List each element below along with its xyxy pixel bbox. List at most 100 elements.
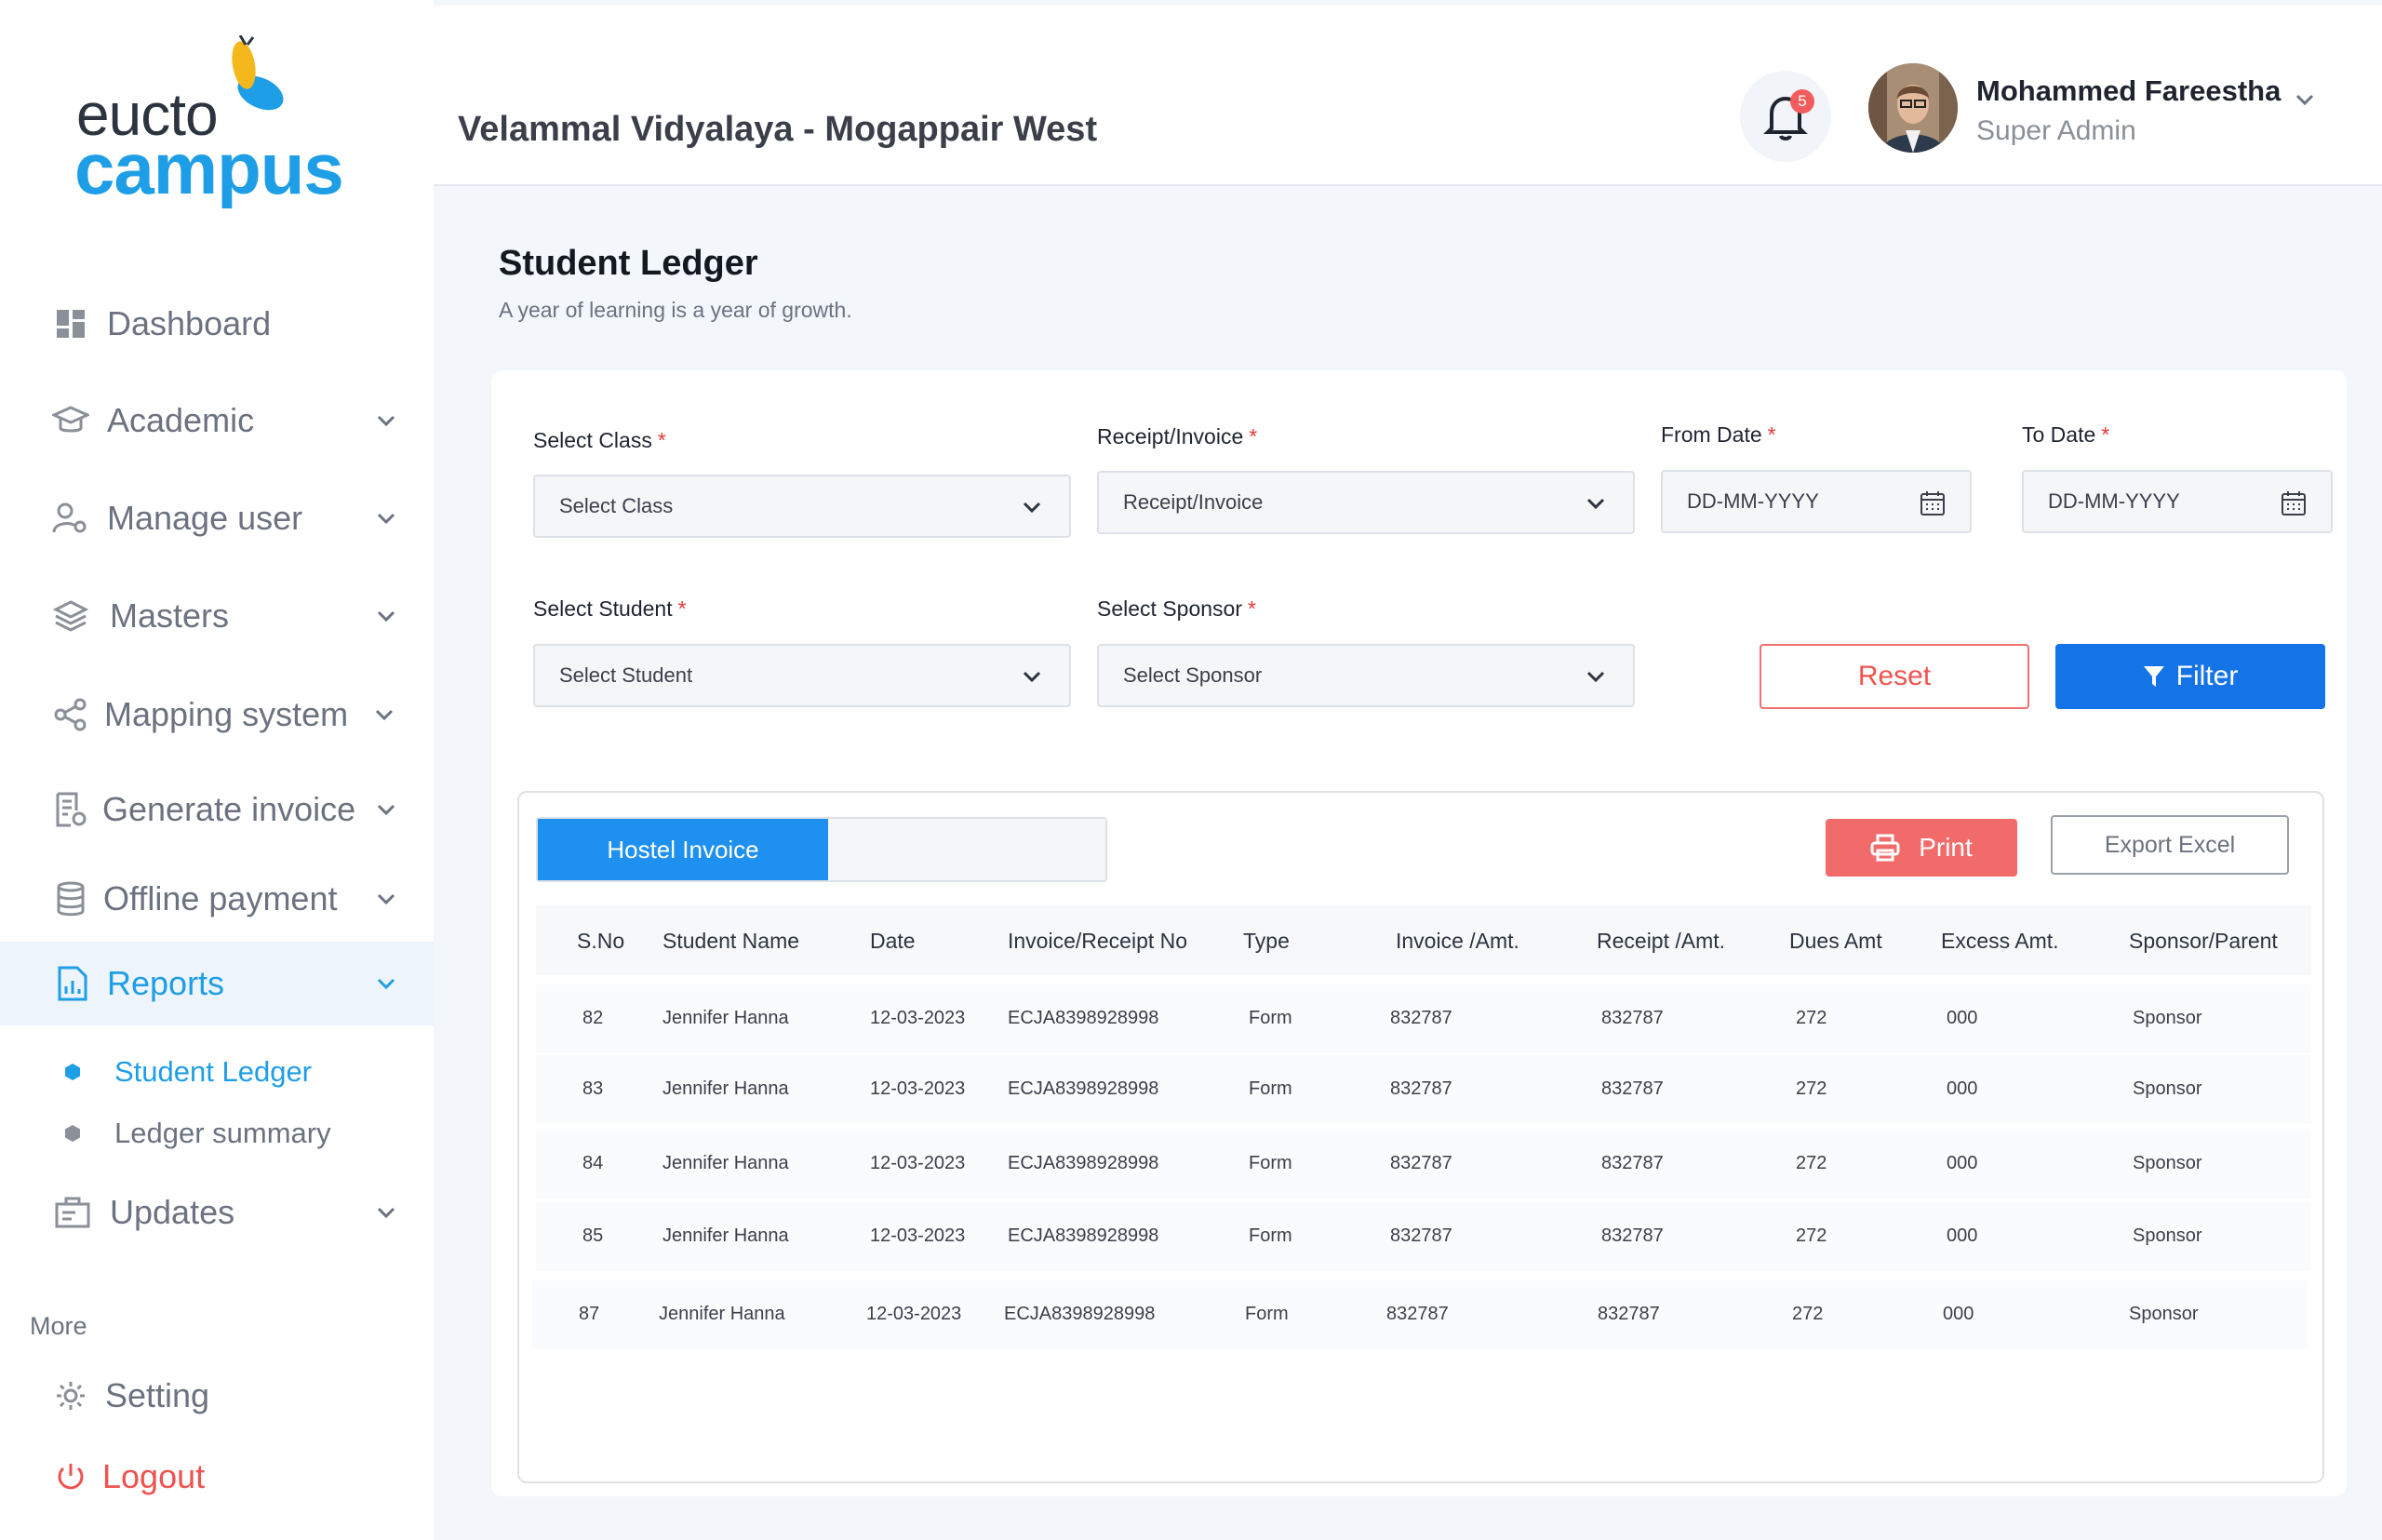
power-icon [52, 1458, 89, 1495]
to-date-value: DD-MM-YYYY [2048, 489, 2180, 513]
select-sponsor-dropdown[interactable]: Select Sponsor [1097, 644, 1635, 707]
cell-type: Form [1245, 1304, 1289, 1324]
printer-icon [1870, 834, 1900, 862]
table-row[interactable]: 87 Jennifer Hanna 12-03-2023 ECJA8398928… [532, 1280, 2308, 1349]
sidebar-item-generate-invoice[interactable]: Generate invoice [0, 772, 434, 847]
table-row[interactable]: 83 Jennifer Hanna 12-03-2023 ECJA8398928… [536, 1055, 2311, 1124]
hexagon-bullet-icon [65, 1125, 80, 1142]
table-row[interactable]: 82 Jennifer Hanna 12-03-2023 ECJA8398928… [536, 984, 2311, 1053]
select-class-value: Select Class [559, 494, 674, 517]
tab-hostel-invoice[interactable]: Hostel Invoice [538, 819, 828, 880]
sidebar-subitem-ledger-summary[interactable]: Ledger summary [0, 1107, 434, 1159]
chevron-down-icon [377, 610, 395, 623]
sidebar-item-setting[interactable]: Setting [0, 1359, 434, 1433]
chevron-down-icon [377, 804, 395, 816]
chevron-down-icon [1023, 671, 1041, 683]
select-student-dropdown[interactable]: Select Student [533, 644, 1071, 707]
sidebar-subitem-label: Ledger summary [114, 1117, 331, 1149]
column-header: Invoice /Amt. [1396, 929, 1519, 953]
sidebar-item-label: Masters [110, 596, 230, 635]
user-name: Mohammed Fareestha [1976, 74, 2282, 107]
to-date-input[interactable]: DD-MM-YYYY [2022, 470, 2333, 533]
cell-dues-amt: 272 [1796, 1225, 1827, 1246]
cell-invoice-amt: 832787 [1390, 1008, 1452, 1028]
chevron-down-icon[interactable] [2291, 86, 2319, 114]
updates-icon [54, 1194, 91, 1231]
sidebar-item-label: Mapping system [104, 695, 349, 733]
receipt-invoice-dropdown[interactable]: Receipt/Invoice [1097, 471, 1635, 534]
page-title: Student Ledger [499, 244, 758, 283]
column-header: Receipt /Amt. [1597, 929, 1726, 953]
more-section-label: More [30, 1312, 87, 1340]
cell-sno: 85 [582, 1225, 604, 1246]
print-button[interactable]: Print [1826, 819, 2017, 877]
cell-type: Form [1249, 1008, 1292, 1028]
sidebar-item-label: Updates [110, 1193, 235, 1231]
from-date-label: From Date * [1661, 422, 1776, 447]
sidebar-item-dashboard[interactable]: Dashboard [0, 287, 434, 361]
cell-excess-amt: 000 [1947, 1008, 1978, 1028]
cell-dues-amt: 272 [1796, 1153, 1827, 1173]
cell-type: Form [1249, 1078, 1292, 1099]
filter-button-label: Filter [2175, 661, 2239, 691]
calendar-icon[interactable] [2281, 490, 2307, 516]
cell-sno: 84 [582, 1153, 604, 1173]
chevron-down-icon [377, 978, 395, 990]
invoice-table-card: School Invoice Hostel Invoice Print Expo… [517, 791, 2324, 1483]
cell-receipt-amt: 832787 [1598, 1304, 1660, 1324]
cell-type: Form [1249, 1225, 1292, 1246]
cell-dues-amt: 272 [1796, 1078, 1827, 1099]
chevron-down-icon [377, 893, 395, 905]
logo-text-campus: campus [74, 127, 344, 209]
cell-student-name: Jennifer Hanna [659, 1304, 785, 1324]
column-header: Invoice/Receipt No [1008, 929, 1188, 953]
cell-invoice-amt: 832787 [1390, 1153, 1452, 1173]
cell-invoice-no: ECJA8398928998 [1004, 1304, 1156, 1324]
notification-button[interactable]: 5 [1740, 71, 1831, 162]
column-header: Date [870, 929, 916, 953]
column-header: Excess Amt. [1941, 929, 2059, 953]
logout-button[interactable]: Logout [0, 1440, 434, 1514]
sidebar-item-academic[interactable]: Academic [0, 383, 434, 458]
notification-badge: 5 [1790, 89, 1814, 114]
sidebar-item-label: Generate invoice [102, 790, 356, 828]
cell-sponsor: Sponsor [2133, 1078, 2202, 1099]
sidebar-item-masters[interactable]: Masters [0, 579, 434, 653]
select-class-label: Select Class * [533, 428, 666, 452]
chevron-down-icon [1586, 498, 1605, 510]
eucto-campus-logo[interactable]: eucto campus [74, 35, 344, 209]
to-date-label: To Date * [2022, 422, 2110, 447]
calendar-icon[interactable] [1920, 490, 1946, 516]
reset-button[interactable]: Reset [1760, 644, 2029, 709]
column-header: Dues Amt [1789, 929, 1882, 953]
sidebar-item-updates[interactable]: Updates [0, 1175, 434, 1250]
sidebar-subitem-student-ledger[interactable]: Student Ledger [0, 1046, 434, 1098]
select-class-dropdown[interactable]: Select Class [533, 475, 1071, 538]
cell-date: 12-03-2023 [866, 1304, 962, 1324]
cell-sponsor: Sponsor [2133, 1225, 2202, 1246]
select-sponsor-value: Select Sponsor [1123, 663, 1263, 687]
cell-receipt-amt: 832787 [1601, 1008, 1664, 1028]
sidebar-item-reports[interactable]: Reports [0, 942, 434, 1025]
invoice-icon [52, 791, 89, 828]
select-student-value: Select Student [559, 663, 693, 687]
from-date-input[interactable]: DD-MM-YYYY [1661, 470, 1972, 533]
user-gear-icon [52, 500, 89, 537]
sidebar-item-manage-user[interactable]: Manage user [0, 481, 434, 556]
cell-invoice-amt: 832787 [1390, 1078, 1452, 1099]
avatar[interactable] [1868, 63, 1958, 153]
sidebar-item-mapping-system[interactable]: Mapping system [0, 677, 434, 752]
cell-student-name: Jennifer Hanna [662, 1225, 789, 1246]
table-row[interactable]: 85 Jennifer Hanna 12-03-2023 ECJA8398928… [536, 1202, 2311, 1271]
export-excel-button[interactable]: Export Excel [2051, 815, 2289, 875]
cell-dues-amt: 272 [1792, 1304, 1824, 1324]
cell-date: 12-03-2023 [870, 1153, 966, 1173]
column-header: Student Name [662, 929, 800, 953]
sidebar-item-label: Dashboard [107, 304, 272, 342]
sidebar-item-label: Manage user [107, 499, 303, 537]
table-row[interactable]: 84 Jennifer Hanna 12-03-2023 ECJA8398928… [536, 1130, 2311, 1199]
sidebar-item-offline-payment[interactable]: Offline payment [0, 862, 434, 936]
database-icon [52, 880, 89, 917]
filter-button[interactable]: Filter [2055, 644, 2325, 709]
hexagon-bullet-icon [65, 1064, 80, 1080]
